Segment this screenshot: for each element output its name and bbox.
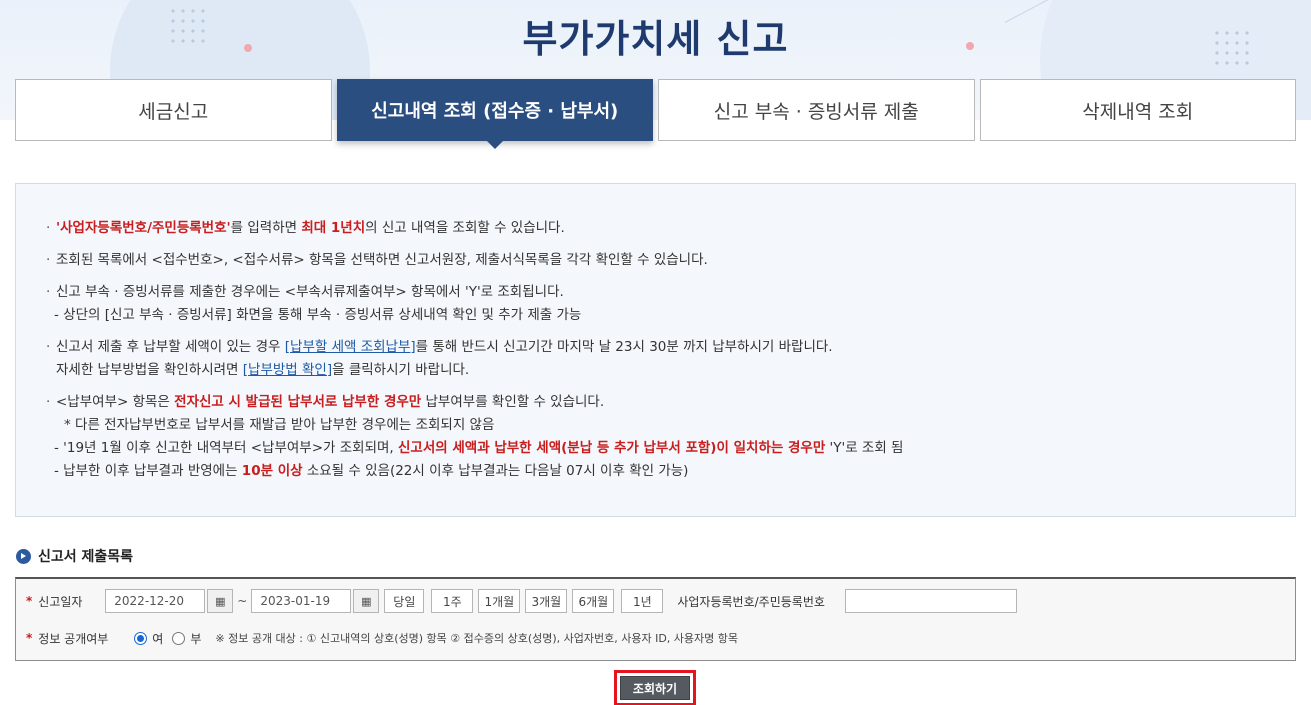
payment-method-link[interactable]: [납부방법 확인]: [243, 362, 332, 378]
tab-tax-filing[interactable]: 세금신고: [15, 79, 332, 141]
period-1week-button[interactable]: 1주: [431, 589, 474, 613]
notice-line: · <납부여부> 항목은 전자신고 시 발급된 납부서로 납부한 경우만 납부여부…: [46, 394, 605, 410]
required-mark: *: [26, 594, 33, 608]
notice-line: · 조회된 목록에서 <접수번호>, <접수서류> 항목을 선택하면 신고서원장,…: [46, 252, 708, 268]
notice-line: · 신고 부속 · 증빙서류를 제출한 경우에는 <부속서류제출여부> 항목에서 …: [46, 284, 564, 300]
notice-subline: 자세한 납부방법을 확인하시려면 [납부방법 확인]을 클릭하시기 바랍니다.: [56, 362, 470, 378]
disclosure-yes-radio[interactable]: [134, 631, 148, 645]
search-button[interactable]: 조회하기: [620, 676, 690, 700]
date-row: * 신고일자 2022-12-20 ▦ ~ 2023-01-19 ▦ 당일 1주…: [26, 588, 1017, 614]
period-6month-button[interactable]: 6개월: [572, 589, 615, 613]
notice-subline: - '19년 1월 이후 신고한 내역부터 <납부여부>가 조회되며, 신고서의…: [54, 440, 904, 456]
notice-line: · 신고서 제출 후 납부할 세액이 있는 경우 [납부할 세액 조회납부]를 통…: [46, 339, 833, 355]
notice-box: · '사업자등록번호/주민등록번호'를 입력하면 최대 1년치의 신고 내역을 조…: [15, 183, 1296, 517]
date-label: 신고일자: [38, 594, 83, 609]
id-label: 사업자등록번호/주민등록번호: [677, 594, 825, 609]
tab-attachments-submit[interactable]: 신고 부속 · 증빙서류 제출: [658, 79, 975, 141]
page-title: 부가가치세 신고: [522, 17, 789, 61]
play-circle-icon: [16, 548, 31, 564]
disclosure-no-radio[interactable]: [172, 631, 186, 645]
tab-bar: 세금신고 신고내역 조회 (접수증 · 납부서) 신고 부속 · 증빙서류 제출…: [15, 79, 1296, 149]
notice-line: · '사업자등록번호/주민등록번호'를 입력하면 최대 1년치의 신고 내역을 조…: [46, 220, 565, 236]
calendar-icon[interactable]: ▦: [353, 589, 380, 613]
period-1year-button[interactable]: 1년: [621, 589, 664, 613]
period-3month-button[interactable]: 3개월: [525, 589, 568, 613]
tab-deleted-history[interactable]: 삭제내역 조회: [979, 79, 1296, 141]
tab-filing-history[interactable]: 신고내역 조회 (접수증 · 납부서): [336, 79, 653, 149]
disclosure-label: 정보 공개여부: [38, 631, 109, 646]
notice-subline: * 다른 전자납부번호로 납부서를 재발급 받아 납부한 경우에는 조회되지 않…: [64, 417, 495, 433]
notice-subline: - 납부한 이후 납부결과 반영에는 10분 이상 소요될 수 있음(22시 이…: [54, 463, 689, 479]
required-mark: *: [26, 631, 33, 645]
date-separator: ~: [237, 594, 248, 608]
disclosure-row: * 정보 공개여부 여 부 ※ 정보 공개 대상 : ① 신고내역의 상호(성명…: [26, 625, 738, 651]
radio-label: 여: [152, 631, 164, 646]
section-title: 신고서 제출목록: [16, 546, 133, 566]
end-date-input[interactable]: 2023-01-19: [251, 589, 352, 613]
period-1month-button[interactable]: 1개월: [478, 589, 521, 613]
search-form: * 신고일자 2022-12-20 ▦ ~ 2023-01-19 ▦ 당일 1주…: [15, 577, 1296, 661]
business-id-input[interactable]: [844, 589, 1017, 613]
disclosure-note: ※ 정보 공개 대상 : ① 신고내역의 상호(성명) 항목 ② 접수증의 상호…: [215, 632, 739, 645]
calendar-icon[interactable]: ▦: [207, 589, 234, 613]
start-date-input[interactable]: 2022-12-20: [105, 589, 206, 613]
notice-subline: - 상단의 [신고 부속 · 증빙서류] 화면을 통해 부속 · 증빙서류 상세…: [54, 307, 582, 323]
search-button-highlight: 조회하기: [614, 670, 696, 705]
period-today-button[interactable]: 당일: [384, 589, 425, 613]
tax-payment-link[interactable]: [납부할 세액 조회납부]: [285, 339, 416, 355]
radio-label: 부: [190, 631, 202, 646]
